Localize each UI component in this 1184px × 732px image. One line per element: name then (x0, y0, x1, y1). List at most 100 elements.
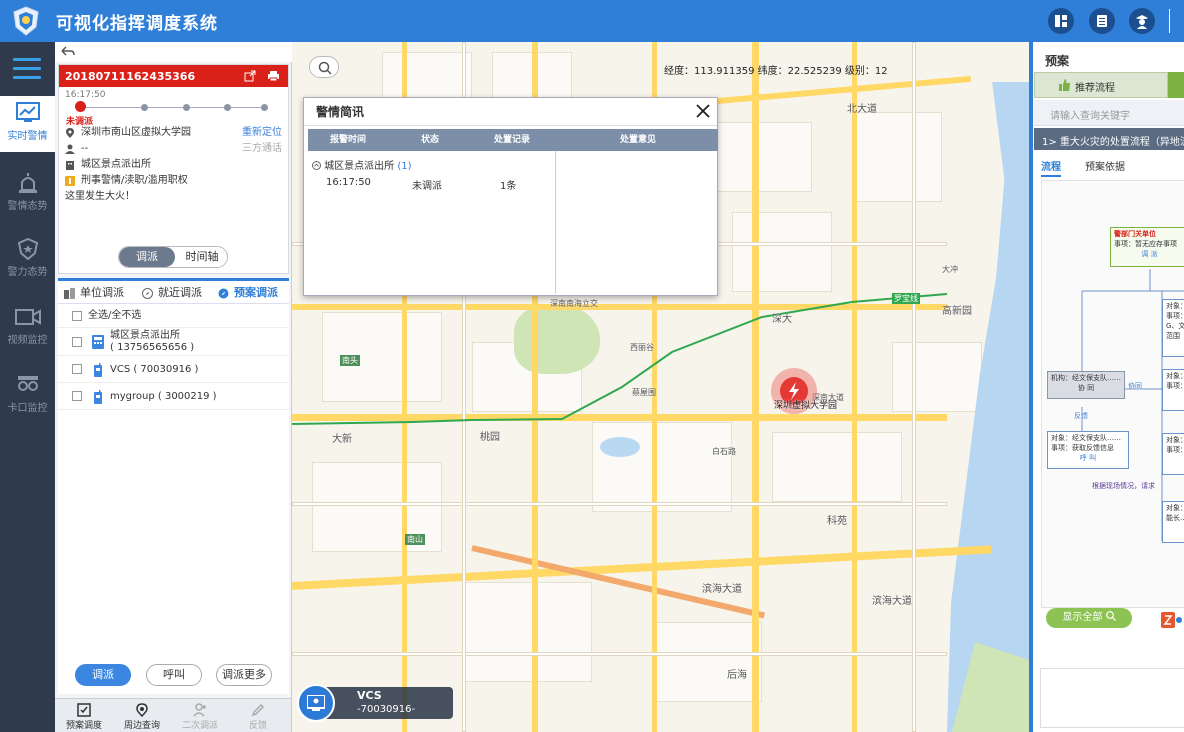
list-item[interactable]: VCS ( 70030916 ) (58, 356, 289, 383)
three-way-call-link[interactable]: 三方通话 (242, 141, 282, 157)
office-phone-icon (92, 335, 104, 349)
item-checkbox[interactable] (72, 364, 82, 374)
incident-caller: -- (81, 143, 89, 154)
feedback-button[interactable]: 反馈 (229, 703, 287, 731)
close-icon[interactable] (695, 103, 711, 119)
timeline-step (261, 104, 268, 111)
user-button[interactable] (1129, 8, 1155, 34)
tab-basis[interactable]: 预案依据 (1085, 158, 1125, 173)
map-coordinates: 经度：113.911359 纬度：22.525239 级别：12 (664, 66, 888, 77)
vcs-call-widget[interactable]: VCS -70030916- (297, 682, 457, 722)
incident-category-row: 刑事警情/渎职/滥用职权 (59, 173, 288, 189)
plan-note-area[interactable] (1040, 668, 1184, 728)
item-checkbox[interactable] (72, 337, 82, 347)
flow-node-right[interactable]: 对象：天… 事项：打… G、文制… 范围 (1162, 299, 1184, 357)
tab-unit-dispatch[interactable]: 单位调派 (64, 284, 124, 302)
flow-node-text: G、文制… (1166, 322, 1184, 330)
flow-node-right[interactable]: 对象：派… 事项：经… (1162, 433, 1184, 475)
share-icon[interactable] (244, 70, 256, 82)
person-icon (65, 144, 75, 154)
plan-item[interactable]: 1> 重大火灾的处置流程（异地流程 (1034, 128, 1184, 150)
nav-item-situation[interactable]: 警情态势 (0, 166, 55, 222)
tab-dispatch[interactable]: 调派 (119, 247, 175, 267)
collapse-icon[interactable] (312, 161, 321, 170)
tab-timeline[interactable]: 时间轴 (175, 247, 227, 267)
compass-icon (142, 288, 153, 299)
dispatch-tabs: 单位调派 就近调派 预案调派 (58, 278, 289, 304)
edit-icon (251, 703, 265, 717)
map-label: 白石路 (712, 447, 736, 456)
nav-item-checkpoint[interactable]: 卡口监控 (0, 368, 55, 424)
group-count: (1) (397, 161, 412, 172)
nearby-query-button[interactable]: 周边查询 (113, 703, 171, 731)
incident-panel: 20180711162435366 16:17:50 未调派 深圳市南山区虚拟大… (55, 42, 292, 732)
vcs-name: VCS (357, 689, 382, 702)
flow-node-action[interactable]: 调 派 (1114, 249, 1184, 259)
vcs-info: VCS -70030916- (325, 687, 453, 719)
compass-active-icon (218, 288, 229, 299)
location-pin-icon (66, 128, 74, 138)
redispatch-button[interactable]: 二次调派 (171, 703, 229, 731)
flow-node-top[interactable]: 警部门关单位 事项：暂无应存事项 调 派 (1110, 227, 1184, 267)
tab-nearby-dispatch[interactable]: 就近调派 (142, 284, 202, 302)
plan-dispatch-button[interactable]: 预案调度 (55, 703, 113, 731)
tab-label: 单位调派 (80, 286, 124, 299)
dispatch-button[interactable]: 调派 (75, 664, 131, 686)
item-name: mygroup ( 3000219 ) (110, 391, 217, 402)
popup-group-row[interactable]: 城区景点派出所 (1) (312, 157, 412, 172)
select-all-row[interactable]: 全选/全不选 (58, 304, 289, 328)
timeline-line (79, 107, 264, 108)
map-search-button[interactable] (309, 56, 339, 78)
relocate-link[interactable]: 重新定位 (242, 125, 282, 141)
group-name: 城区景点派出所 (324, 161, 395, 172)
select-all-checkbox[interactable] (72, 311, 82, 321)
checkpoint-icon (17, 376, 38, 391)
print-icon[interactable] (267, 70, 280, 82)
app-logo-icon (1161, 612, 1182, 628)
nav-item-realtime[interactable]: 实时警情 (0, 96, 55, 152)
flow-node-left[interactable]: 机构：经文保支队…… 协 同 (1047, 371, 1125, 399)
plan-search[interactable]: 请输入查询关键字 (1034, 100, 1184, 126)
nav-item-video[interactable]: 视频监控 (0, 300, 55, 356)
flow-node-right[interactable]: 对象：… 能长… (1162, 501, 1184, 543)
incident-id: 20180711162435366 (65, 70, 196, 83)
list-item[interactable]: mygroup ( 3000219 ) (58, 383, 289, 410)
nav-item-force[interactable]: 警力态势 (0, 232, 55, 288)
map-label: 大新 (332, 434, 352, 445)
incident-description: 这里发生大火！ (65, 191, 135, 202)
incident-address: 深圳市南山区虚拟大学园 (81, 127, 191, 138)
list-item[interactable]: 城区景点派出所 ( 13756565656 ) (58, 328, 289, 356)
flow-edge-label: 协同 (1128, 382, 1142, 390)
radio-handset-icon (94, 363, 102, 377)
flow-node-text: 范围 (1166, 332, 1180, 340)
flow-node-action[interactable]: 协 同 (1051, 383, 1121, 393)
tab-other[interactable] (1168, 72, 1184, 98)
show-all-button[interactable]: 显示全部 (1046, 608, 1132, 628)
back-icon[interactable] (61, 46, 75, 58)
map-label: 科苑 (827, 516, 847, 527)
flow-node-action[interactable]: 呼 叫 (1051, 453, 1125, 463)
toolbar-label: 预案调度 (65, 721, 102, 731)
map-label: 高新园 (942, 306, 972, 317)
item-checkbox[interactable] (72, 391, 82, 401)
dispatch-more-button[interactable]: 调派更多 (216, 664, 272, 686)
incident-card: 20180711162435366 16:17:50 未调派 深圳市南山区虚拟大… (58, 64, 289, 274)
map-label: 罗宝线 (892, 293, 920, 304)
tab-plan-dispatch[interactable]: 预案调派 (218, 284, 278, 302)
menu-toggle-icon[interactable] (13, 58, 41, 80)
column-header: 状态 (420, 135, 439, 145)
flow-node-right[interactable]: 对象：派… 事项：通… (1162, 369, 1184, 411)
nav-label: 警情态势 (7, 201, 48, 212)
flow-node-text: 对象：派… (1166, 372, 1184, 380)
tab-label: 预案调派 (234, 286, 278, 299)
tab-recommend[interactable]: 推荐流程 (1034, 72, 1168, 98)
bottom-toolbar: 预案调度 周边查询 二次调派 反馈 (55, 698, 291, 732)
call-button[interactable]: 呼叫 (146, 664, 202, 686)
flow-node-mid[interactable]: 对象：经文保支队…… 事项：获取反馈信息 呼 叫 (1047, 431, 1129, 469)
tab-flow[interactable]: 流程 (1041, 158, 1061, 177)
layout-button[interactable] (1048, 8, 1074, 34)
flow-node-text: 对象：天… (1166, 302, 1184, 310)
document-button[interactable] (1089, 8, 1115, 34)
column-divider (555, 151, 556, 294)
flow-node-text: 对象：经文保支队…… (1051, 434, 1121, 442)
